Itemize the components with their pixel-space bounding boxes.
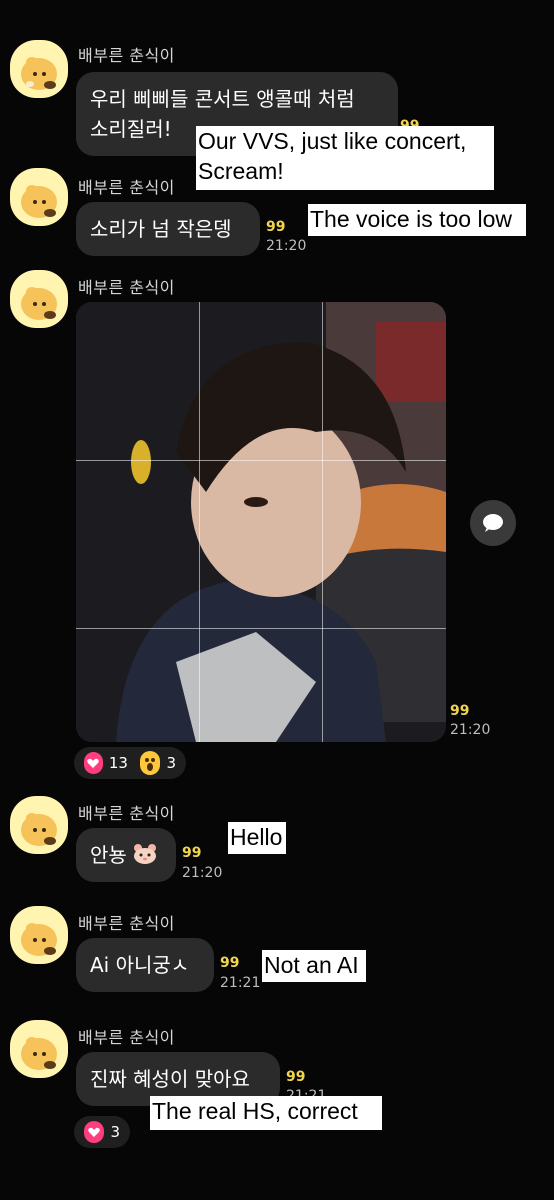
message-text: 안뇽 bbox=[90, 843, 127, 867]
message-text: 진짜 혜성이 맞아요 bbox=[90, 1067, 250, 1091]
reaction-bar[interactable]: 3 bbox=[74, 1116, 130, 1148]
message-bubble[interactable]: 안뇽 bbox=[76, 828, 176, 882]
message-time: 21:20 bbox=[450, 722, 491, 738]
heart-icon bbox=[84, 752, 103, 774]
heart-icon bbox=[84, 1121, 105, 1143]
unread-badge: 99 bbox=[266, 219, 286, 235]
message-text: 소리가 넘 작은뎅 bbox=[90, 217, 232, 241]
reaction-count: 3 bbox=[166, 754, 176, 772]
message-text: 우리 삐삐들 콘서트 앵콜때 처럼 bbox=[90, 87, 355, 111]
message-time: 21:20 bbox=[266, 238, 307, 254]
surprised-face-icon bbox=[139, 751, 161, 775]
message-bubble[interactable]: Ai 아니궁ㅅ bbox=[76, 938, 214, 992]
grid-line bbox=[199, 302, 200, 742]
message-time: 21:20 bbox=[182, 865, 223, 881]
chunsik-avatar-icon bbox=[21, 57, 57, 90]
avatar[interactable] bbox=[10, 168, 68, 226]
reaction-count: 3 bbox=[110, 1123, 120, 1141]
translation-overlay: Hello bbox=[228, 822, 286, 854]
translation-overlay: The real HS, correct bbox=[150, 1096, 382, 1130]
translation-line: Our VVS, just like concert, bbox=[198, 128, 467, 154]
grid-line bbox=[76, 460, 446, 461]
grid-line bbox=[322, 302, 323, 742]
sender-name: 배부른 춘식이 bbox=[78, 178, 175, 197]
sender-name: 배부른 춘식이 bbox=[78, 278, 175, 297]
chunsik-avatar-icon bbox=[21, 813, 57, 846]
avatar[interactable] bbox=[10, 270, 68, 328]
grid-line bbox=[76, 628, 446, 629]
translation-overlay: The voice is too low bbox=[308, 204, 526, 236]
selfie-photo[interactable] bbox=[76, 302, 446, 742]
chunsik-avatar-icon bbox=[21, 923, 57, 956]
hamster-face-icon bbox=[133, 843, 157, 865]
translation-overlay: Our VVS, just like concert, Scream! bbox=[196, 126, 494, 190]
translation-overlay: Not an AI bbox=[262, 950, 366, 982]
message-time: 21:21 bbox=[220, 975, 261, 991]
chunsik-avatar-icon bbox=[21, 1037, 57, 1070]
chunsik-avatar-icon bbox=[21, 185, 57, 218]
avatar[interactable] bbox=[10, 1020, 68, 1078]
translation-line: Scream! bbox=[198, 158, 284, 184]
person-photo-illustration bbox=[76, 302, 446, 742]
unread-badge: 99 bbox=[286, 1069, 306, 1085]
message-text: Ai 아니궁ㅅ bbox=[90, 953, 190, 977]
unread-badge: 99 bbox=[182, 845, 202, 861]
sender-name: 배부른 춘식이 bbox=[78, 1028, 175, 1047]
unread-badge: 99 bbox=[220, 955, 240, 971]
chunsik-avatar-icon bbox=[21, 287, 57, 320]
avatar[interactable] bbox=[10, 906, 68, 964]
message-bubble[interactable]: 소리가 넘 작은뎅 bbox=[76, 202, 260, 256]
speech-bubble-icon bbox=[483, 514, 503, 532]
comment-button[interactable] bbox=[470, 500, 516, 546]
sender-name: 배부른 춘식이 bbox=[78, 804, 175, 823]
reaction-count: 13 bbox=[108, 754, 128, 772]
unread-badge: 99 bbox=[450, 703, 470, 719]
sender-name: 배부른 춘식이 bbox=[78, 46, 175, 65]
sender-name: 배부른 춘식이 bbox=[78, 914, 175, 933]
reaction-bar[interactable]: 13 3 bbox=[74, 747, 186, 779]
avatar[interactable] bbox=[10, 796, 68, 854]
avatar[interactable] bbox=[10, 40, 68, 98]
